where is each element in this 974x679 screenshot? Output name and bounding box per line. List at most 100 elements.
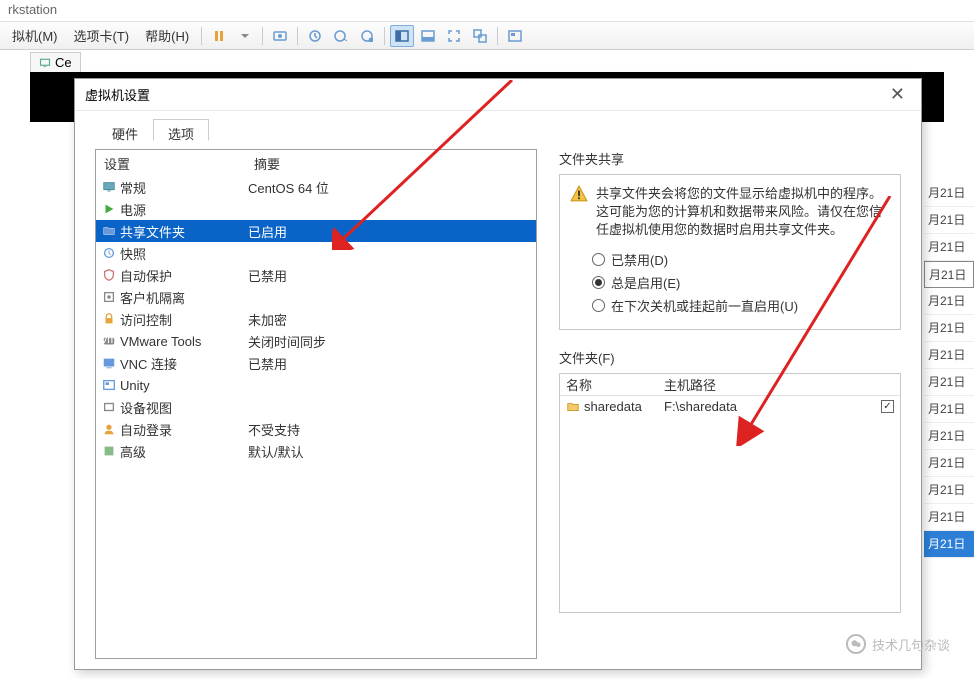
row-shared-folders[interactable]: 共享文件夹 已启用 [96,220,536,242]
date-row-active[interactable]: 月21日 [924,531,974,558]
shared-folder-icon [100,224,118,238]
fullscreen-icon[interactable] [442,25,466,47]
wechat-icon [846,634,866,654]
shield-icon [100,268,118,282]
date-row: 月21日 [924,504,974,531]
user-icon [100,422,118,436]
unity-icon [100,378,118,392]
date-row: 月21日 [924,315,974,342]
row-unity[interactable]: Unity [96,374,536,396]
monitor-icon [100,180,118,194]
row-label: 高级 [118,442,248,461]
app-title-bar: rkstation [0,0,974,22]
row-label: Unity [118,378,248,393]
folders-group-label: 文件夹(F) [559,348,901,367]
tab-hardware[interactable]: 硬件 [97,119,153,141]
row-vmware-tools[interactable]: vm VMware Tools 关闭时间同步 [96,330,536,352]
folder-row[interactable]: sharedata F:\sharedata ✓ [560,396,900,418]
radio-label: 在下次关机或挂起前一直启用(U) [611,296,798,315]
row-summary: 未加密 [248,310,287,329]
row-label: VMware Tools [118,334,248,349]
row-summary: 已禁用 [248,354,287,373]
lock-icon [100,312,118,326]
dialog-titlebar: 虚拟机设置 ✕ [75,79,921,111]
date-row: 月21日 [924,261,974,288]
monitor-icon [39,57,51,69]
row-snapshot[interactable]: 快照 [96,242,536,264]
hdr-summary: 摘要 [254,154,280,173]
row-label: 设备视图 [118,398,248,417]
close-icon[interactable]: ✕ [884,84,911,105]
advanced-icon [100,444,118,458]
row-label: 自动登录 [118,420,248,439]
row-label: 自动保护 [118,266,248,285]
date-row: 月21日 [924,180,974,207]
radio-icon [592,276,605,289]
clock-manage-icon[interactable] [355,25,379,47]
folder-enabled-checkbox[interactable]: ✓ [881,400,894,413]
snapshot-icon[interactable] [268,25,292,47]
menu-tabs[interactable]: 选项卡(T) [66,22,138,49]
view-full-icon[interactable] [416,25,440,47]
menu-vm[interactable]: 拟机(M) [4,22,66,49]
separator [297,27,298,45]
radio-icon [592,299,605,312]
row-power[interactable]: 电源 [96,198,536,220]
radio-label: 已禁用(D) [611,250,668,269]
row-guest-isolation[interactable]: 客户机隔离 [96,286,536,308]
date-row: 月21日 [924,396,974,423]
row-label: 快照 [118,244,248,263]
pause-icon[interactable] [207,25,231,47]
hdr-host: 主机路径 [664,375,876,394]
radio-always[interactable]: 总是启用(E) [592,273,890,292]
row-general[interactable]: 常规 CentOS 64 位 [96,176,536,198]
clock-icon [100,246,118,260]
separator [497,27,498,45]
list-header: 设置 摘要 [96,150,536,176]
row-label: VNC 连接 [118,354,248,373]
row-label: 常规 [118,178,248,197]
share-group: 共享文件夹会将您的文件显示给虚拟机中的程序。这可能为您的计算机和数据带来风险。请… [559,174,901,330]
date-row: 月21日 [924,342,974,369]
device-icon [100,400,118,414]
row-access-control[interactable]: 访问控制 未加密 [96,308,536,330]
watermark: 技术几句杂谈 [846,634,950,654]
row-auto-protect[interactable]: 自动保护 已禁用 [96,264,536,286]
view-split-icon[interactable] [390,25,414,47]
vnc-icon [100,356,118,370]
vm-tab[interactable]: Ce [30,52,81,72]
date-row: 月21日 [924,369,974,396]
row-vnc[interactable]: VNC 连接 已禁用 [96,352,536,374]
row-summary: 已启用 [248,222,287,241]
dropdown-icon[interactable] [233,25,257,47]
play-icon [100,202,118,216]
clock-icon[interactable] [303,25,327,47]
radio-disabled[interactable]: 已禁用(D) [592,250,890,269]
row-auto-login[interactable]: 自动登录 不受支持 [96,418,536,440]
tools-icon: vm [100,334,118,348]
tab-strip: Ce [0,50,974,72]
row-label: 共享文件夹 [118,222,248,241]
folder-name: sharedata [582,399,664,414]
warning-text: 共享文件夹会将您的文件显示给虚拟机中的程序。这可能为您的计算机和数据带来风险。请… [596,185,890,240]
app-title: rkstation [8,2,57,17]
radio-icon [592,253,605,266]
dialog-tabs: 硬件 选项 [75,111,921,141]
watermark-text: 技术几句杂谈 [872,635,950,654]
menu-bar: 拟机(M) 选项卡(T) 帮助(H) [0,22,974,50]
unity-icon[interactable] [468,25,492,47]
radio-label: 总是启用(E) [611,273,680,292]
row-advanced[interactable]: 高级 默认/默认 [96,440,536,462]
row-device-view[interactable]: 设备视图 [96,396,536,418]
row-label: 客户机隔离 [118,288,248,307]
date-row: 月21日 [924,288,974,315]
tab-options[interactable]: 选项 [153,119,209,141]
clock-play-icon[interactable] [329,25,353,47]
library-icon[interactable] [503,25,527,47]
vm-settings-dialog: 虚拟机设置 ✕ 硬件 选项 设置 摘要 常规 CentOS 64 位 电源 [74,78,922,670]
row-summary: 关闭时间同步 [248,332,326,351]
radio-until[interactable]: 在下次关机或挂起前一直启用(U) [592,296,890,315]
row-summary: CentOS 64 位 [248,178,329,197]
menu-help[interactable]: 帮助(H) [137,22,197,49]
row-summary: 默认/默认 [248,442,304,461]
